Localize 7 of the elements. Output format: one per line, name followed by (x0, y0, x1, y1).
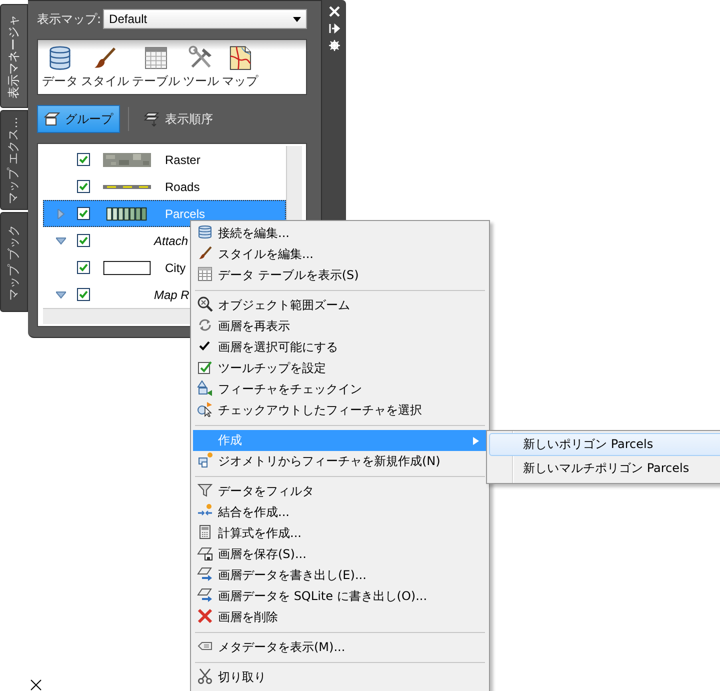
layer-name: Roads (165, 180, 200, 194)
layer-name: Attach (154, 234, 188, 248)
map-label: 表示マップ: (37, 10, 102, 28)
layer-name: Map R (154, 288, 190, 302)
layer-name: Raster (165, 152, 200, 166)
layer-name: Parcels (165, 206, 206, 220)
layer-name: City (165, 260, 186, 274)
